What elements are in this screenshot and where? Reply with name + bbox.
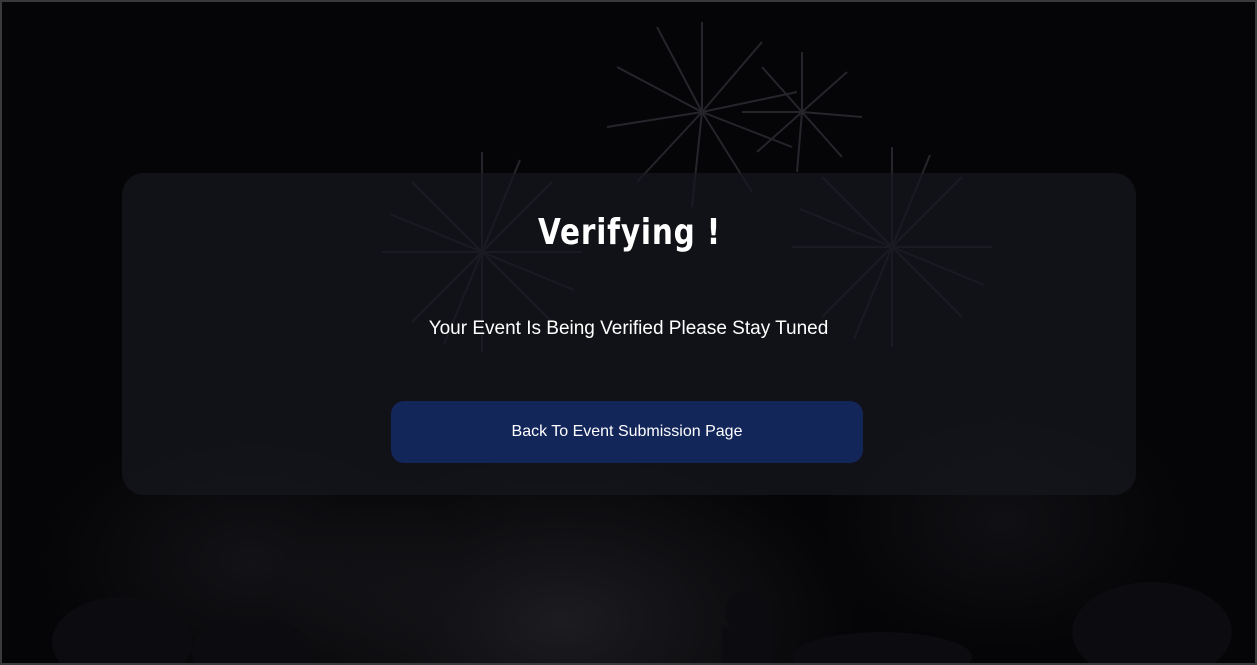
status-message: Your Event Is Being Verified Please Stay… bbox=[428, 318, 829, 339]
page-title: Verifying ! bbox=[537, 212, 722, 253]
back-to-submission-button[interactable]: Back To Event Submission Page bbox=[391, 401, 863, 463]
verification-page: Verifying ! Your Event Is Being Verified… bbox=[0, 0, 1257, 665]
